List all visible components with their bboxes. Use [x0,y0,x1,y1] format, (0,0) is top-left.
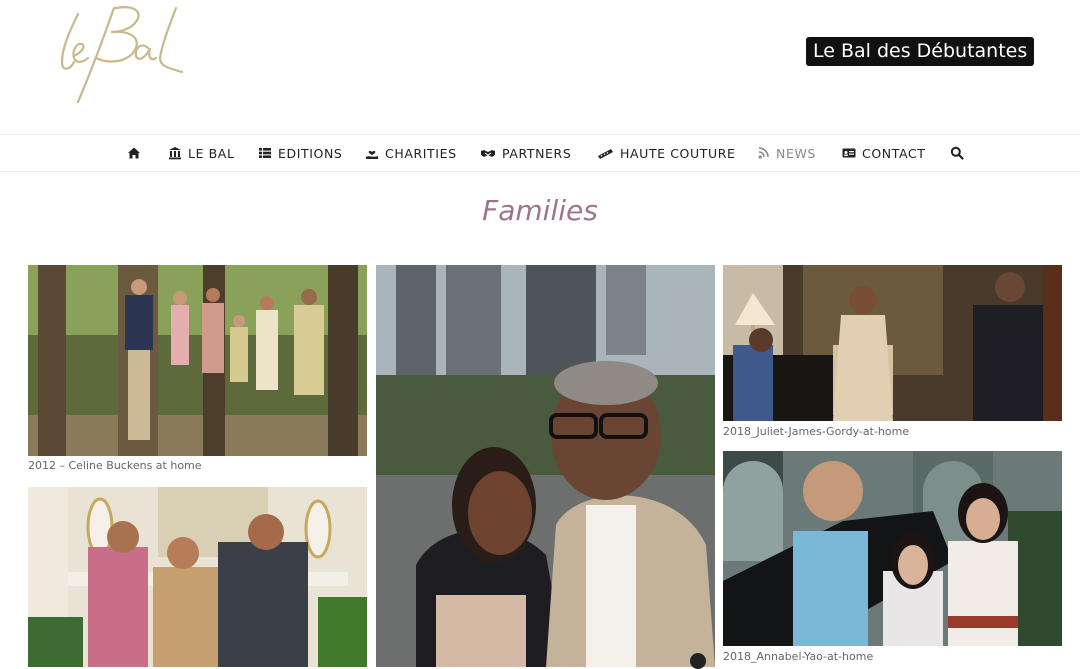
nav-item-le-bal[interactable]: LE BAL [168,135,235,171]
gallery-photo-family-interior[interactable] [28,487,367,667]
nav-item-partners[interactable]: PARTNERS [480,135,571,171]
nav-label-charities: CHARITIES [385,145,457,161]
nav-item-news[interactable]: NEWS [758,135,816,171]
page-title: Families [482,194,598,227]
gallery-photo-juliet-james-gordy[interactable] [723,265,1062,421]
main-navigation: LE BAL EDITIONS CHARITIES PARTNERS HAUTE… [0,134,1080,172]
search-icon [950,146,964,160]
nav-label-haute-couture: HAUTE COUTURE [620,145,736,161]
handshake-icon [480,146,496,160]
nav-item-charities[interactable]: CHARITIES [365,135,457,171]
site-header: Le Bal des Débutantes [0,0,1080,134]
tape-measure-icon [597,146,614,160]
caption-annabel-yao: 2018_Annabel-Yao-at-home [723,650,874,663]
id-card-icon [842,146,856,160]
site-tagline[interactable]: Le Bal des Débutantes [806,37,1035,66]
nav-item-contact[interactable]: CONTACT [842,135,925,171]
nav-item-haute-couture[interactable]: HAUTE COUTURE [597,135,736,171]
caption-celine-buckens: 2012 – Celine Buckens at home [28,459,202,472]
home-icon [127,146,141,160]
gallery-photo-celine-buckens[interactable] [28,265,367,456]
nav-item-search[interactable] [950,135,970,171]
le-bal-logo[interactable] [56,0,196,110]
nav-label-contact: CONTACT [862,145,926,161]
nav-label-le-bal: LE BAL [188,145,235,161]
caption-juliet-james-gordy: 2018_Juliet-James-Gordy-at-home [723,425,910,438]
hand-heart-icon [365,146,379,160]
bank-icon [168,146,182,160]
gallery-photo-annabel-yao[interactable] [723,451,1062,646]
rss-icon [758,146,770,160]
gallery-photo-father-daughter[interactable] [376,265,715,667]
nav-item-editions[interactable]: EDITIONS [258,135,342,171]
nav-label-editions: EDITIONS [278,145,343,161]
list-icon [258,146,272,160]
nav-label-news: NEWS [776,145,816,161]
nav-item-home[interactable] [127,135,147,171]
nav-label-partners: PARTNERS [502,145,572,161]
